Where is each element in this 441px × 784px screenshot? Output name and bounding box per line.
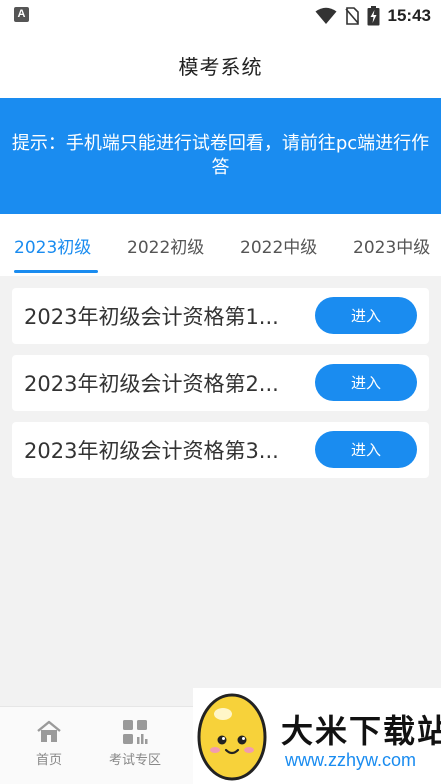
tab-label: 2022中级 [240,237,318,258]
clock: 15:43 [387,6,431,25]
enter-button[interactable]: 进入 [315,364,417,401]
tab-label: 2023中级 [353,237,431,258]
nav-label: 考试专区 [108,753,161,768]
list-item: 2023年初级会计资格第1... 进入 [12,288,429,344]
battery-charging-icon [367,6,380,26]
nav-item-exam-zone[interactable]: 考试专区 [100,719,170,768]
status-bar: A 15:43 [0,0,441,32]
status-icons: 15:43 [315,4,431,28]
page-title: 模考系统 [178,54,263,79]
notification-badge-icon: A [14,7,29,22]
exam-title: 2023年初级会计资格第2... [24,372,279,396]
tab-2023-junior[interactable]: 2023初级 [14,214,91,276]
enter-button[interactable]: 进入 [315,431,417,468]
list-item: 2023年初级会计资格第2... 进入 [12,355,429,411]
watermark-url: www.zzhyw.com [285,750,417,770]
home-icon [37,720,61,742]
notice-banner: 提示：手机端只能进行试卷回看，请前往pc端进行作答 [0,98,441,214]
no-sim-icon [344,7,359,25]
tab-2022-intermediate[interactable]: 2022中级 [240,214,317,276]
tab-label: 2022初级 [127,237,205,258]
exam-title: 2023年初级会计资格第3... [24,439,279,463]
notice-text: 提示：手机端只能进行试卷回看，请前往pc端进行作答 [11,133,430,178]
tab-2023-intermediate[interactable]: 2023中级 [353,214,430,276]
app-bar: 模考系统 [0,32,441,98]
enter-button[interactable]: 进入 [315,297,417,334]
wifi-icon [315,7,337,24]
rice-mascot-logo-icon [197,693,267,781]
watermark-name: 大米下载站 [281,712,441,750]
grid-icon [123,720,148,744]
list-item: 2023年初级会计资格第3... 进入 [12,422,429,478]
site-watermark: 大米下载站 www.zzhyw.com [193,688,441,784]
tab-2022-junior[interactable]: 2022初级 [127,214,204,276]
tab-label: 2023初级 [14,237,92,258]
exam-tabs: 2023初级 2022初级 2022中级 2023中级 [0,214,441,276]
active-tab-indicator [14,270,98,273]
nav-item-home[interactable]: 首页 [14,719,84,768]
exam-title: 2023年初级会计资格第1... [24,305,279,329]
nav-label: 首页 [35,753,62,768]
